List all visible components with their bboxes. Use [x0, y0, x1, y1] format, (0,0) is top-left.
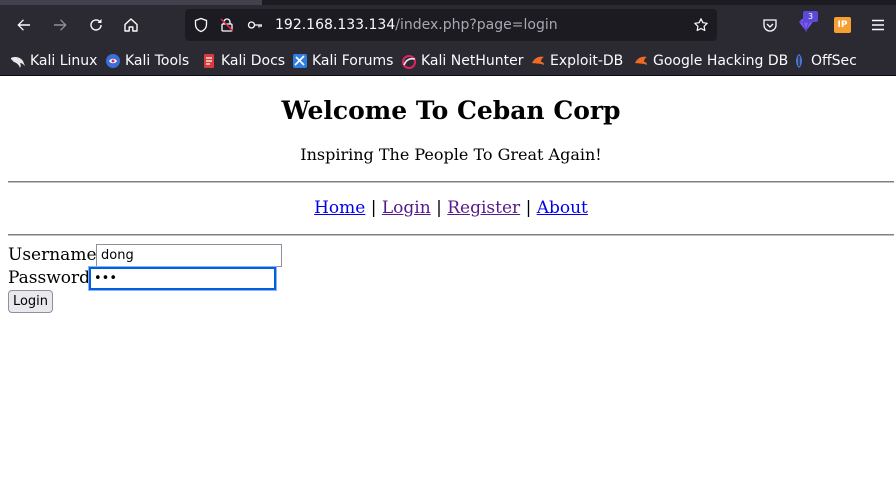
kali-dragon-icon [11, 57, 25, 68]
bookmark-label: Kali Forums [312, 53, 394, 69]
login-button[interactable]: Login [8, 290, 53, 313]
nav-link-register[interactable]: Register [447, 198, 520, 218]
bookmark-kali-forums[interactable]: Kali Forums [292, 52, 393, 70]
nav-link-login[interactable]: Login [382, 198, 431, 218]
offsec-icon [796, 54, 802, 68]
address-bar[interactable]: 192.168.133.134/index.php?page=login [185, 9, 717, 41]
bookmark-label: Kali Docs [221, 53, 286, 69]
home-button[interactable] [119, 13, 143, 37]
bookmark-label: Kali Linux [30, 53, 98, 69]
divider [8, 181, 894, 183]
forward-button[interactable] [48, 13, 72, 37]
bookmark-label: Exploit-DB [550, 53, 624, 69]
username-label: Username [8, 245, 97, 265]
home-icon [124, 18, 138, 32]
bookmark-offsec[interactable]: OffSec [791, 52, 857, 70]
forward-arrow-icon [54, 19, 67, 31]
bookmarks-toolbar: Kali Linux Kali Tools Kali Docs Kali For… [0, 46, 896, 76]
page-title: Welcome To Ceban Corp [281, 96, 621, 125]
page-content: Welcome To Ceban Corp Inspiring The Peop… [0, 77, 896, 477]
exploit-db-icon [532, 56, 544, 65]
password-label: Password [8, 268, 91, 288]
back-button[interactable] [12, 13, 36, 37]
insecure-lock-icon[interactable] [219, 17, 235, 33]
url-text[interactable]: 192.168.133.134/index.php?page=login [275, 16, 558, 34]
nav-separator: | [436, 198, 442, 218]
reload-icon [90, 19, 102, 31]
pocket-button[interactable] [758, 13, 782, 37]
bookmark-kali-nethunter[interactable]: Kali NetHunter [401, 52, 523, 70]
back-arrow-icon [17, 19, 30, 31]
bookmark-label: Kali NetHunter [421, 53, 524, 69]
url-path: /index.php?page=login [395, 17, 558, 33]
username-input[interactable]: dong [96, 244, 282, 267]
bookmark-exploit-db[interactable]: Exploit-DB [530, 52, 623, 70]
extension-badge: 3 [803, 11, 818, 22]
pocket-icon [763, 19, 777, 32]
nav-link-home[interactable]: Home [314, 198, 365, 218]
menu-button[interactable] [866, 13, 890, 37]
kali-docs-icon [204, 54, 214, 68]
kali-tools-icon [106, 54, 120, 68]
key-icon[interactable] [247, 17, 263, 33]
nethunter-icon [402, 55, 416, 69]
nav-separator: | [525, 198, 532, 218]
bookmark-kali-linux[interactable]: Kali Linux [10, 52, 97, 70]
password-input[interactable]: ••• [89, 267, 276, 290]
bookmark-google-hacking-db[interactable]: Google Hacking DB [633, 52, 788, 70]
bookmark-label: Google Hacking DB [653, 53, 789, 69]
bookmark-star-icon[interactable] [693, 17, 709, 33]
nav-separator: | [370, 198, 377, 218]
kali-forums-icon [293, 54, 307, 68]
bookmark-label: Kali Tools [125, 53, 190, 69]
bookmark-label: OffSec [811, 53, 857, 69]
ghdb-icon [635, 56, 647, 65]
ip-extension-icon[interactable]: IP [834, 17, 851, 33]
bookmark-kali-tools[interactable]: Kali Tools [105, 52, 189, 70]
navigation-toolbar: 192.168.133.134/index.php?page=login 3 I… [0, 5, 896, 46]
hamburger-menu-icon [872, 19, 884, 31]
shield-icon[interactable] [193, 17, 209, 33]
bookmark-kali-docs[interactable]: Kali Docs [201, 52, 285, 70]
url-host: 192.168.133.134 [275, 17, 396, 33]
site-nav: Home | Login | Register | About [0, 197, 896, 219]
divider [8, 234, 894, 236]
nav-link-about[interactable]: About [537, 198, 588, 218]
page-subtitle: Inspiring The People To Great Again! [300, 145, 602, 164]
reload-button[interactable] [84, 13, 108, 37]
